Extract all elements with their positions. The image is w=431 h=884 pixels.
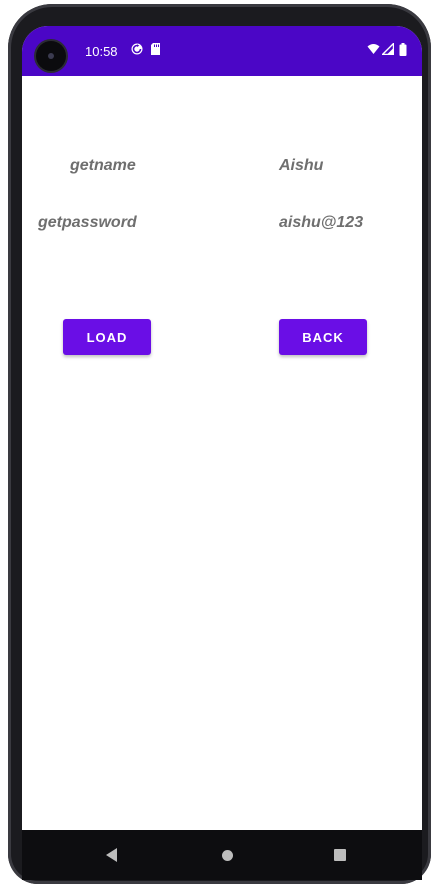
nav-back-button[interactable] (102, 846, 120, 864)
recents-icon (334, 849, 346, 861)
status-time: 10:58 (85, 44, 118, 59)
app-screen: 10:58 getname Aishu getpassword aishu@12… (22, 26, 422, 856)
nav-recents-button[interactable] (331, 846, 349, 864)
camera-lens (48, 53, 54, 59)
wifi-icon (367, 43, 380, 55)
device-frame: 10:58 getname Aishu getpassword aishu@12… (0, 0, 431, 884)
sync-icon (131, 43, 143, 55)
back-button[interactable]: BACK (279, 319, 367, 355)
back-icon (105, 848, 117, 862)
home-icon (221, 849, 233, 861)
nav-home-button[interactable] (218, 846, 236, 864)
password-value: aishu@123 (279, 214, 364, 231)
sd-card-icon (150, 43, 162, 55)
name-label: getname (70, 157, 136, 174)
password-label: getpassword (38, 214, 137, 231)
camera-icon (36, 41, 66, 71)
navigation-bar (22, 830, 422, 880)
name-value: Aishu (279, 157, 324, 174)
signal-icon (380, 41, 395, 56)
load-button[interactable]: LOAD (63, 319, 151, 355)
status-bar: 10:58 (22, 26, 422, 76)
battery-icon (399, 43, 411, 56)
